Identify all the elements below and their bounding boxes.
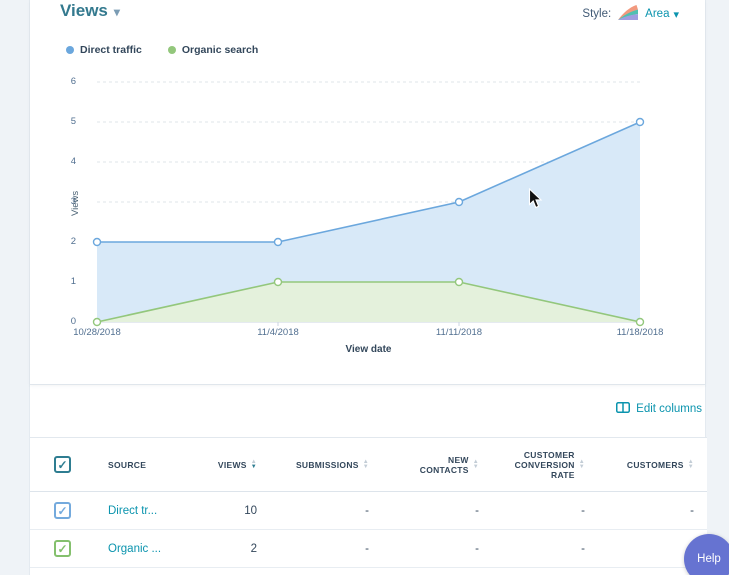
area-chart-plot xyxy=(97,82,640,322)
y-tick-label: 0 xyxy=(71,316,76,327)
x-axis-ticks: 10/28/201811/4/201811/11/201811/18/2018 xyxy=(97,327,640,341)
table-header-row: ✓ SOURCE VIEWS ▲▼ SUBMISSIONS ▲▼ NEW CON… xyxy=(30,437,707,492)
x-tick-label: 10/28/2018 xyxy=(57,327,137,338)
sort-icon: ▲▼ xyxy=(251,460,257,470)
customers-value: - xyxy=(598,505,707,517)
legend-dot-blue xyxy=(66,46,74,54)
column-header-source[interactable]: SOURCE xyxy=(90,460,200,470)
header-checkbox-cell: ✓ xyxy=(30,456,90,473)
style-label: Style: xyxy=(582,8,611,20)
y-tick-label: 5 xyxy=(71,116,76,127)
data-point xyxy=(637,319,644,326)
data-point xyxy=(94,319,101,326)
area-style-icon xyxy=(617,4,639,24)
source-link[interactable]: Organic ... xyxy=(108,543,161,555)
edit-columns-label: Edit columns xyxy=(636,403,702,415)
check-icon: ✓ xyxy=(57,504,67,518)
edit-columns-icon xyxy=(616,402,630,416)
style-area-dropdown[interactable]: Area ▾ xyxy=(645,8,679,21)
new-contacts-value: - xyxy=(382,505,492,517)
y-tick-label: 2 xyxy=(71,236,76,247)
data-point xyxy=(275,279,282,286)
chevron-down-icon: ▾ xyxy=(673,8,679,21)
y-tick-label: 1 xyxy=(71,276,76,287)
y-axis-title: Views xyxy=(70,191,81,216)
column-header-submissions[interactable]: SUBMISSIONS ▲▼ xyxy=(270,460,382,470)
help-button-label: Help xyxy=(697,553,721,565)
views-dropdown[interactable]: Views ▾ xyxy=(60,1,120,21)
chart-legend: Direct traffic Organic search xyxy=(66,44,258,56)
chart-section: Views ▾ Style: Area ▾ xyxy=(30,0,705,385)
edit-columns-link[interactable]: Edit columns xyxy=(616,402,702,416)
row-checkbox[interactable]: ✓ xyxy=(54,540,71,557)
report-card: Views ▾ Style: Area ▾ xyxy=(29,0,706,575)
x-tick-label: 11/4/2018 xyxy=(238,327,318,338)
screen: Views ▾ Style: Area ▾ xyxy=(0,0,729,575)
select-all-checkbox[interactable]: ✓ xyxy=(54,456,71,473)
views-value: 10 xyxy=(200,505,270,517)
x-axis-title: View date xyxy=(97,344,640,355)
legend-label: Direct traffic xyxy=(80,44,142,56)
row-checkbox-cell: ✓ xyxy=(30,540,90,557)
legend-dot-green xyxy=(168,46,176,54)
chevron-down-icon: ▾ xyxy=(114,5,120,19)
column-header-customers[interactable]: CUSTOMERS ▲▼ xyxy=(598,460,707,470)
style-control: Style: Area ▾ xyxy=(582,4,679,24)
column-header-new-contacts[interactable]: NEW CONTACTS ▲▼ xyxy=(382,455,492,475)
conversion-rate-value: - xyxy=(492,505,598,517)
sort-icon: ▲▼ xyxy=(473,460,479,470)
table-row-organic-search: ✓ Organic ... 2 - - - - xyxy=(30,530,707,568)
data-point xyxy=(637,119,644,126)
check-icon: ✓ xyxy=(57,458,67,472)
views-value: 2 xyxy=(200,543,270,555)
legend-item-organic-search[interactable]: Organic search xyxy=(168,44,258,56)
submissions-value: - xyxy=(270,543,382,555)
y-tick-label: 4 xyxy=(71,156,76,167)
x-tick-label: 11/11/2018 xyxy=(419,327,499,338)
data-point xyxy=(456,279,463,286)
new-contacts-value: - xyxy=(382,543,492,555)
y-tick-label: 6 xyxy=(71,76,76,87)
sort-icon: ▲▼ xyxy=(688,460,694,470)
conversion-rate-value: - xyxy=(492,543,598,555)
row-checkbox-cell: ✓ xyxy=(30,502,90,519)
legend-label: Organic search xyxy=(182,44,258,56)
sort-icon: ▲▼ xyxy=(579,460,585,470)
page-title-label: Views xyxy=(60,1,108,21)
data-point xyxy=(275,239,282,246)
source-link[interactable]: Direct tr... xyxy=(108,505,157,517)
column-header-customer-conversion-rate[interactable]: CUSTOMER CONVERSION RATE ▲▼ xyxy=(492,450,598,480)
sources-table: ✓ SOURCE VIEWS ▲▼ SUBMISSIONS ▲▼ NEW CON… xyxy=(30,437,707,568)
help-button[interactable]: Help xyxy=(684,534,729,575)
style-value-label: Area xyxy=(645,8,669,20)
legend-item-direct-traffic[interactable]: Direct traffic xyxy=(66,44,142,56)
sort-icon: ▲▼ xyxy=(363,460,369,470)
column-header-views[interactable]: VIEWS ▲▼ xyxy=(200,460,270,470)
area-chart-svg xyxy=(97,82,640,322)
check-icon: ✓ xyxy=(57,542,67,556)
x-tick-label: 11/18/2018 xyxy=(600,327,680,338)
submissions-value: - xyxy=(270,505,382,517)
data-point xyxy=(94,239,101,246)
data-point xyxy=(456,199,463,206)
row-checkbox[interactable]: ✓ xyxy=(54,502,71,519)
table-row-direct-traffic: ✓ Direct tr... 10 - - - - xyxy=(30,492,707,530)
